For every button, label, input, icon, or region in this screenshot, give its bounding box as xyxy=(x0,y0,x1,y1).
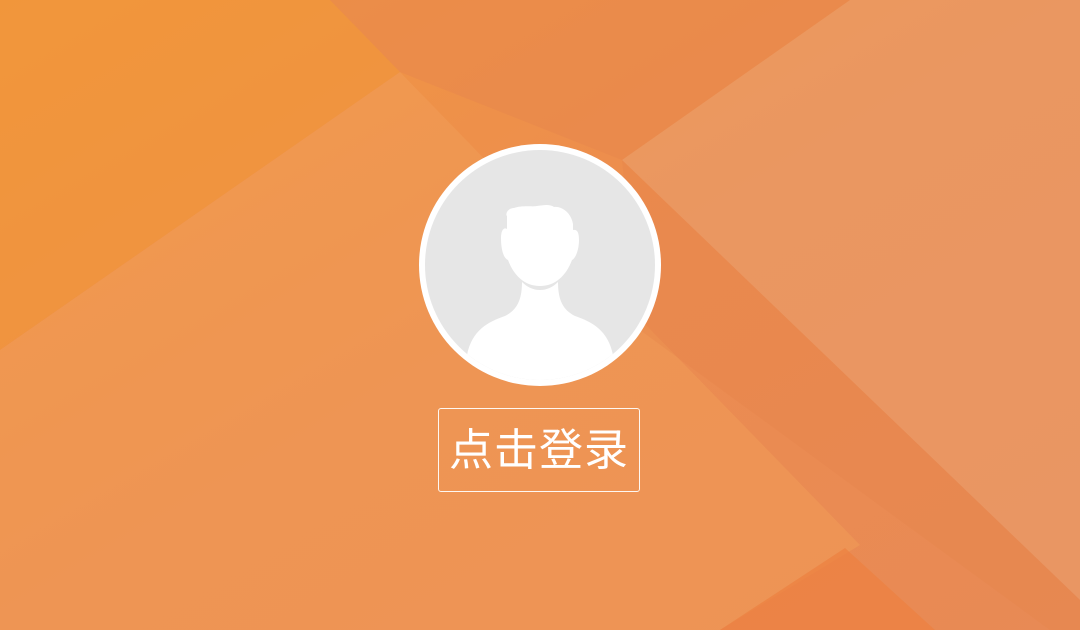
user-head-shape xyxy=(501,205,579,286)
avatar[interactable] xyxy=(419,144,661,386)
login-button[interactable]: 点击登录 xyxy=(438,408,640,492)
avatar-placeholder xyxy=(425,150,655,380)
user-silhouette-icon xyxy=(467,205,613,380)
user-body-shape xyxy=(467,282,613,380)
